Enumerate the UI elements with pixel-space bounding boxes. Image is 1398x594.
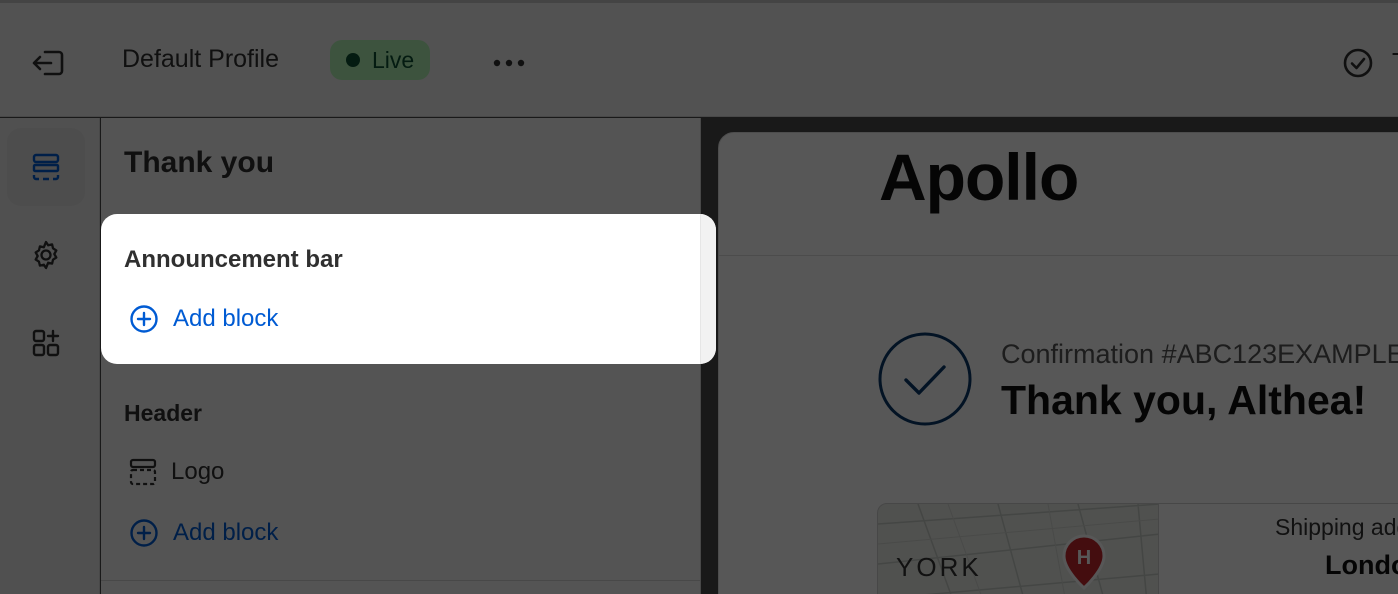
announcement-add-block-button[interactable]: Add block [129, 304, 278, 334]
shipping-summary: Shipping address London [1159, 503, 1398, 594]
panel-scrollbar[interactable] [700, 214, 716, 364]
profile-name: Default Profile [122, 45, 280, 73]
map-pin-letter: H [1077, 547, 1091, 569]
live-dot-icon [346, 53, 360, 67]
status-badge-label: Live [372, 46, 415, 73]
check-circle-icon [1343, 48, 1373, 78]
layout-block-icon [129, 458, 157, 486]
delivery-map: YORK H [877, 503, 1159, 594]
section-announcement-title: Announcement bar [124, 246, 343, 273]
section-divider [101, 580, 701, 581]
ellipsis-icon [493, 59, 525, 67]
truncated-toolbar-item[interactable]: T [1392, 47, 1398, 78]
panel-title: Thank you [124, 146, 275, 179]
apps-icon [32, 329, 60, 357]
add-block-label: Add block [173, 519, 279, 546]
status-badge: Live [330, 40, 431, 80]
left-rail [0, 118, 100, 594]
shipping-address-label: Shipping address [1275, 514, 1398, 540]
checkout-preview: Apollo Confirmation #ABC123EXAMPLE Thank… [718, 132, 1398, 594]
gear-icon [34, 240, 58, 270]
map-pin-icon: H [1062, 534, 1106, 590]
plus-circle-icon [130, 519, 158, 547]
add-block-label: Add block [173, 305, 279, 332]
section-item-label: Logo [171, 458, 225, 485]
preview-divider [719, 255, 1398, 256]
exit-button[interactable] [26, 41, 70, 85]
map-label: YORK [896, 552, 982, 582]
shipping-city: London [1325, 550, 1398, 580]
brand-logo-text: Apollo [879, 140, 1079, 214]
rail-sections-button[interactable] [7, 128, 85, 206]
status-check-button[interactable] [1336, 41, 1380, 85]
confirmation-number: Confirmation #ABC123EXAMPLE [1001, 339, 1398, 369]
section-item-logo[interactable]: Logo [129, 458, 224, 486]
more-actions-button[interactable] [486, 43, 532, 83]
check-circle-icon [878, 332, 972, 426]
exit-icon [32, 50, 64, 76]
rail-settings-button[interactable] [7, 216, 85, 294]
plus-circle-icon [130, 305, 158, 333]
header-add-block-button[interactable]: Add block [129, 518, 278, 548]
sections-icon [32, 153, 60, 181]
thank-you-heading: Thank you, Althea! [1001, 377, 1367, 423]
section-header-title[interactable]: Header [124, 400, 202, 427]
announcement-bar-section[interactable]: Announcement bar Add block [101, 214, 716, 364]
top-bar: Default Profile Live T [0, 0, 1398, 117]
rail-apps-button[interactable] [7, 304, 85, 382]
